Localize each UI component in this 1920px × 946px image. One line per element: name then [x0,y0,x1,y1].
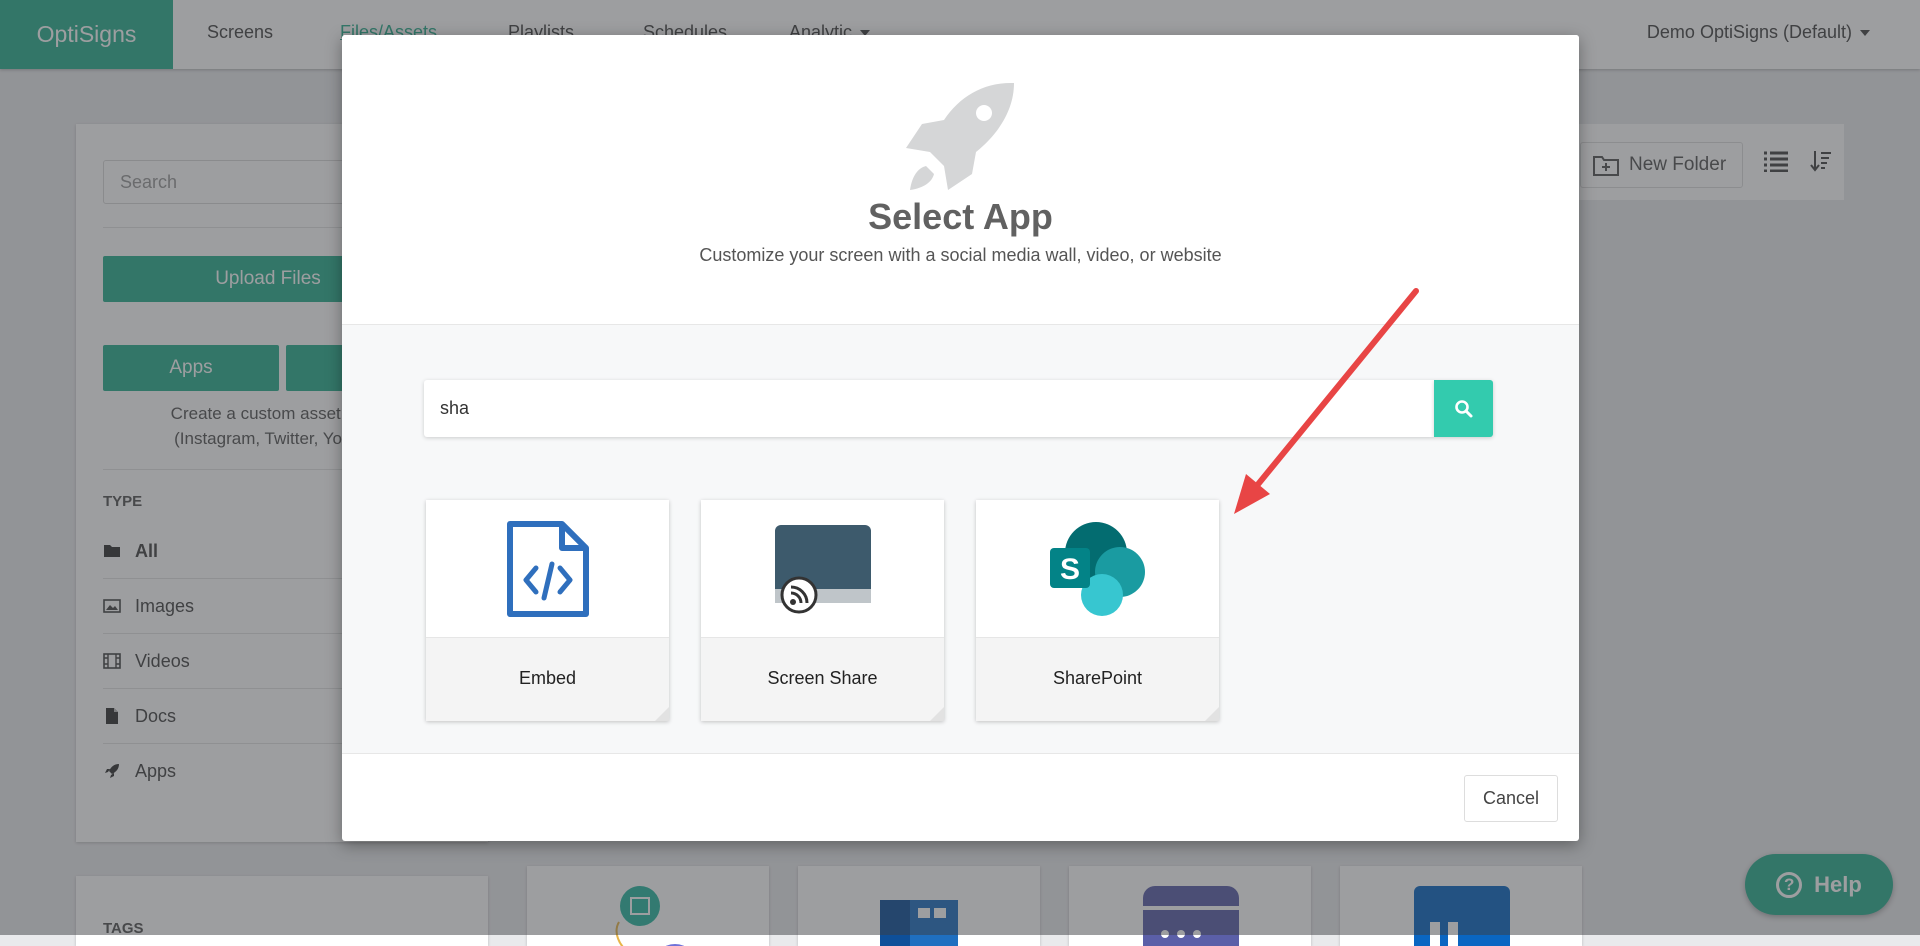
annotation-arrow [1234,288,1419,514]
